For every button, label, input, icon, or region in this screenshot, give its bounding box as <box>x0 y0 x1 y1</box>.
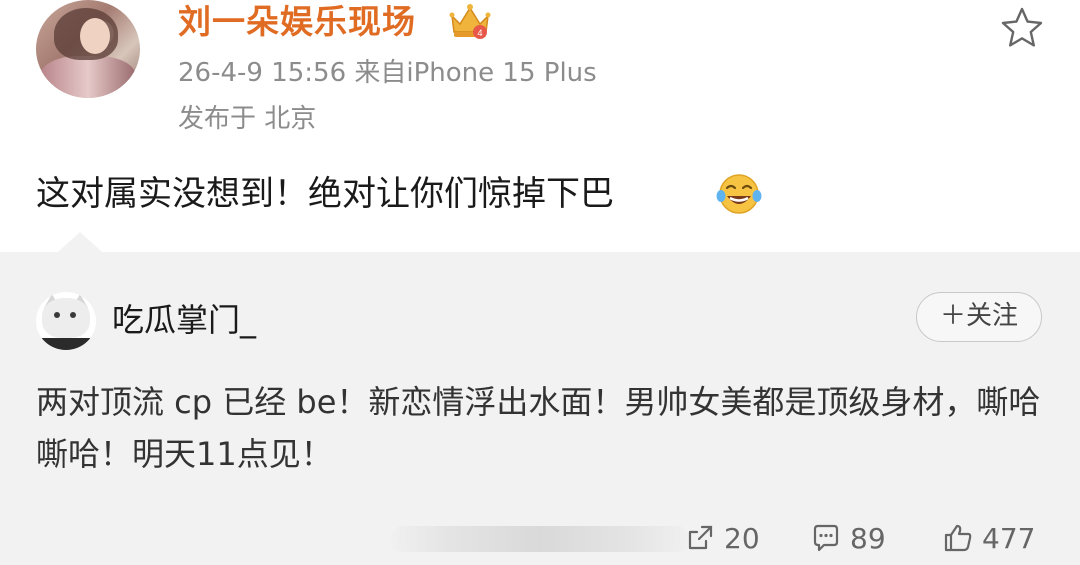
like-count: 477 <box>982 521 1036 555</box>
share-icon <box>688 525 713 550</box>
follow-button[interactable]: ＋关注 <box>916 292 1042 342</box>
post-text: 这对属实没想到！绝对让你们惊掉下巴 <box>36 174 614 214</box>
blurred-content <box>390 526 690 552</box>
post-location: 发布于 北京 <box>178 104 317 134</box>
post-time-source: 26-4-9 15:56 来自iPhone 15 Plus <box>178 58 597 88</box>
repost-action[interactable]: 20 <box>684 520 760 556</box>
laughing-tears-icon <box>716 174 762 214</box>
comment-action[interactable]: 89 <box>810 520 886 556</box>
comment-count: 89 <box>850 521 886 555</box>
like-action[interactable]: 477 <box>942 520 1035 556</box>
repost-card[interactable]: 吃瓜掌门_ ＋关注 两对顶流 cp 已经 be！新恋情浮出水面！男帅女美都是顶级… <box>0 232 1080 565</box>
repost-author-avatar[interactable] <box>36 292 96 350</box>
repost-author-name[interactable]: 吃瓜掌门_ <box>112 300 256 340</box>
author-avatar[interactable] <box>36 0 140 98</box>
repost-count: 20 <box>724 521 760 555</box>
repost-notch <box>58 232 102 252</box>
author-name[interactable]: 刘一朵娱乐现场 <box>178 2 416 42</box>
svg-text:4: 4 <box>477 28 482 38</box>
comment-icon <box>813 524 839 552</box>
thumbs-up-icon <box>944 524 972 552</box>
star-icon[interactable] <box>1000 6 1044 48</box>
crown-icon: 4 <box>449 4 491 39</box>
original-post: 刘一朵娱乐现场 4 26-4-9 15:56 来自iPhone 15 Plus … <box>0 0 1080 252</box>
repost-text: 两对顶流 cp 已经 be！新恋情浮出水面！男帅女美都是顶级身材，嘶哈嘶哈！明天… <box>36 383 1041 473</box>
